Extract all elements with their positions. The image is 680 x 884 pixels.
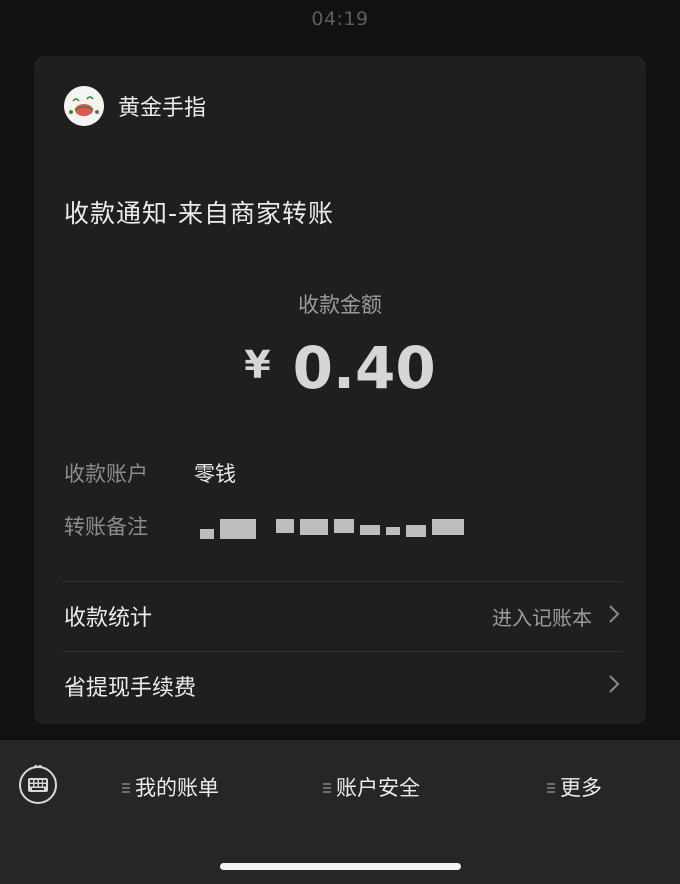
menu-row-save-fee[interactable]: 省提现手续费 [64,656,620,716]
menu-lines-icon [122,775,130,799]
app-avatar-icon [64,86,104,126]
tab-label: 我的账单 [135,776,219,800]
payment-notification-card: 黄金手指 收款通知-来自商家转账 收款金额 ¥0.40 收款账户 零钱 转账备注 [34,56,646,724]
tab-more[interactable]: 更多 [547,772,602,802]
masked-remark-value [200,519,464,539]
tab-label: 更多 [560,776,602,800]
divider [62,581,622,582]
tab-label: 账户安全 [336,776,420,800]
menu-label-save-fee: 省提现手续费 [64,676,197,701]
divider [62,651,622,652]
status-time: 04:19 [311,8,369,30]
menu-label-statistics: 收款统计 [64,606,153,631]
info-key-account: 收款账户 [64,462,148,486]
amount-value: 0.40 [292,334,436,402]
amount-label: 收款金额 [298,293,382,317]
home-indicator[interactable] [220,863,461,870]
menu-right-ledger[interactable]: 进入记账本 [492,602,592,631]
app-header[interactable]: 黄金手指 [64,84,206,128]
app-name: 黄金手指 [118,96,207,121]
tab-my-bills[interactable]: 我的账单 [122,772,219,802]
chevron-right-icon [608,674,620,698]
info-value-account: 零钱 [194,462,236,486]
info-key-remark: 转账备注 [64,515,148,539]
amount-display: ¥0.40 [34,334,646,402]
keyboard-icon[interactable] [18,763,58,805]
notification-title: 收款通知-来自商家转账 [64,199,335,228]
tab-account-security[interactable]: 账户安全 [323,772,420,802]
menu-lines-icon [547,775,555,799]
screen: 04:19 黄金手指 收款通知-来自商家转账 收款金额 ¥0.40 收款账户 零… [0,0,680,884]
menu-lines-icon [323,775,331,799]
chevron-right-icon [608,604,620,628]
menu-row-statistics[interactable]: 收款统计 进入记账本 [64,586,620,646]
bottom-menu-bar: 我的账单 账户安全 更多 [0,740,680,884]
currency-symbol: ¥ [244,343,271,387]
